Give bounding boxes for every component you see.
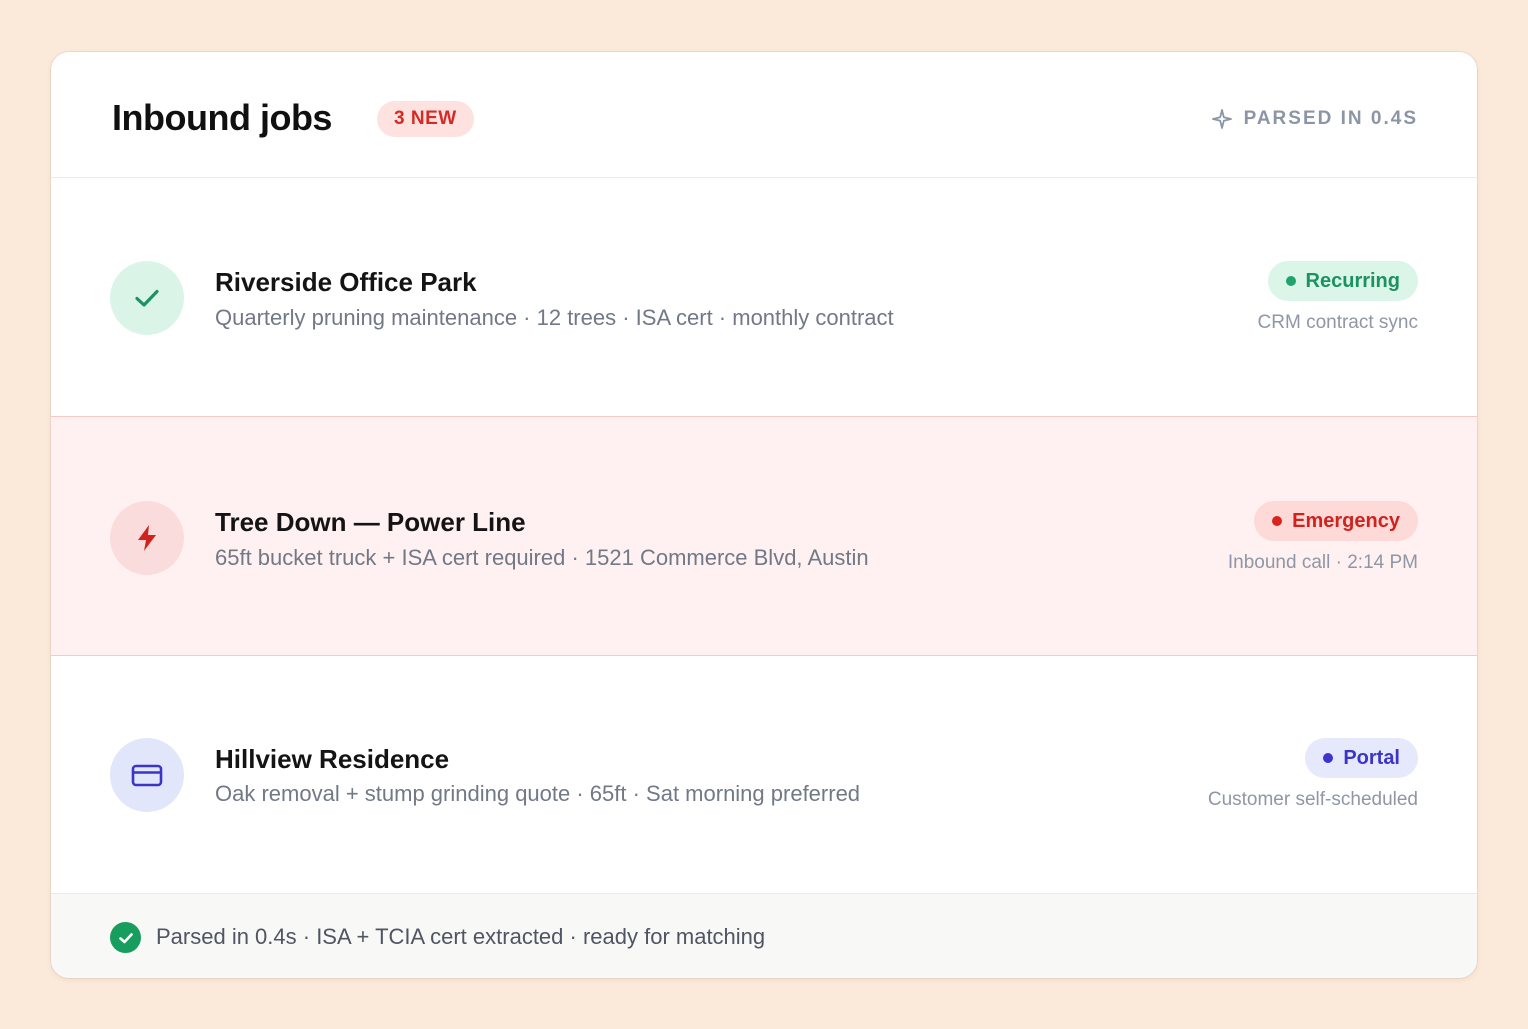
status-dot-icon — [1272, 516, 1283, 526]
job-row-hillview[interactable]: Hillview Residence Oak removal + stump g… — [51, 655, 1477, 893]
job-title: Tree Down — Power Line — [215, 507, 526, 537]
page-title: Inbound jobs — [112, 97, 332, 138]
job-type-label: Portal — [1343, 747, 1400, 769]
job-status-avatar — [110, 738, 184, 812]
check-icon — [118, 932, 133, 943]
status-dot-icon — [1285, 276, 1296, 286]
job-details: 65ft bucket truck + ISA cert required · … — [215, 545, 869, 570]
job-source: Inbound call · 2:14 PM — [1227, 552, 1418, 573]
job-title: Hillview Residence — [215, 744, 450, 774]
check-icon — [135, 289, 159, 307]
card-header: Inbound jobs 3 NEW PARSED IN 0.4S — [51, 52, 1477, 178]
job-details: Oak removal + stump grinding quote · 65f… — [215, 781, 861, 806]
lightning-icon — [138, 525, 156, 551]
card-footer: Parsed in 0.4s · ISA + TCIA cert extract… — [51, 893, 1477, 978]
new-count-badge: 3 NEW — [377, 101, 474, 137]
parse-time-indicator: PARSED IN 0.4S — [1211, 106, 1418, 132]
status-dot-icon — [1323, 753, 1334, 763]
job-source: CRM contract sync — [1257, 312, 1418, 333]
job-source: Customer self-scheduled — [1207, 789, 1418, 810]
job-type-label: Emergency — [1292, 510, 1400, 532]
sparkle-icon — [1211, 109, 1232, 129]
job-row-tree-down[interactable]: Tree Down — Power Line 65ft bucket truck… — [51, 416, 1477, 656]
job-status-avatar — [110, 261, 184, 335]
parse-time-label: PARSED IN 0.4S — [1243, 108, 1418, 129]
job-type-badge: Recurring — [1267, 261, 1418, 301]
job-type-badge: Emergency — [1254, 501, 1418, 541]
parse-status-text: Parsed in 0.4s · ISA + TCIA cert extract… — [156, 924, 766, 949]
job-details: Quarterly pruning maintenance · 12 trees… — [215, 305, 894, 330]
inbound-jobs-card: Inbound jobs 3 NEW PARSED IN 0.4S Rivers… — [51, 52, 1477, 978]
job-title: Riverside Office Park — [215, 267, 477, 297]
job-type-badge: Portal — [1305, 738, 1418, 778]
job-status-avatar — [110, 501, 184, 575]
job-type-label: Recurring — [1305, 270, 1400, 292]
job-row-riverside[interactable]: Riverside Office Park Quarterly pruning … — [51, 178, 1477, 416]
credit-card-icon — [131, 764, 163, 787]
check-circle-icon — [110, 922, 141, 953]
